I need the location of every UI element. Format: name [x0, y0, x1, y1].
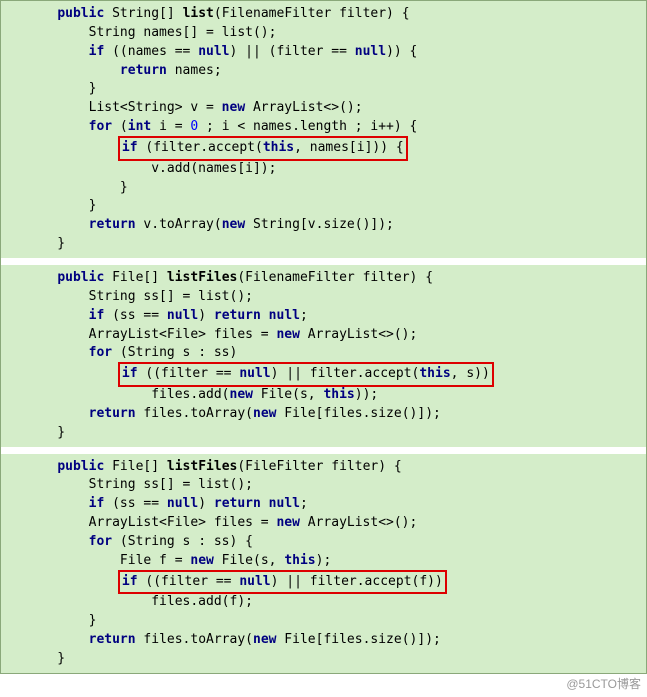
watermark: @51CTO博客 [566, 676, 641, 693]
code-block-3: public File[] listFiles(FileFilter filte… [1, 453, 646, 673]
highlight-box-1: if (filter.accept(this, names[i])) { [118, 136, 408, 161]
code-block-2: public File[] listFiles(FilenameFilter f… [1, 264, 646, 447]
highlight-box-2: if ((filter == null) || filter.accept(th… [118, 362, 494, 387]
code-container: public String[] list(FilenameFilter filt… [0, 0, 647, 674]
highlight-box-3: if ((filter == null) || filter.accept(f)… [118, 570, 447, 595]
code-block-1: public String[] list(FilenameFilter filt… [1, 1, 646, 258]
